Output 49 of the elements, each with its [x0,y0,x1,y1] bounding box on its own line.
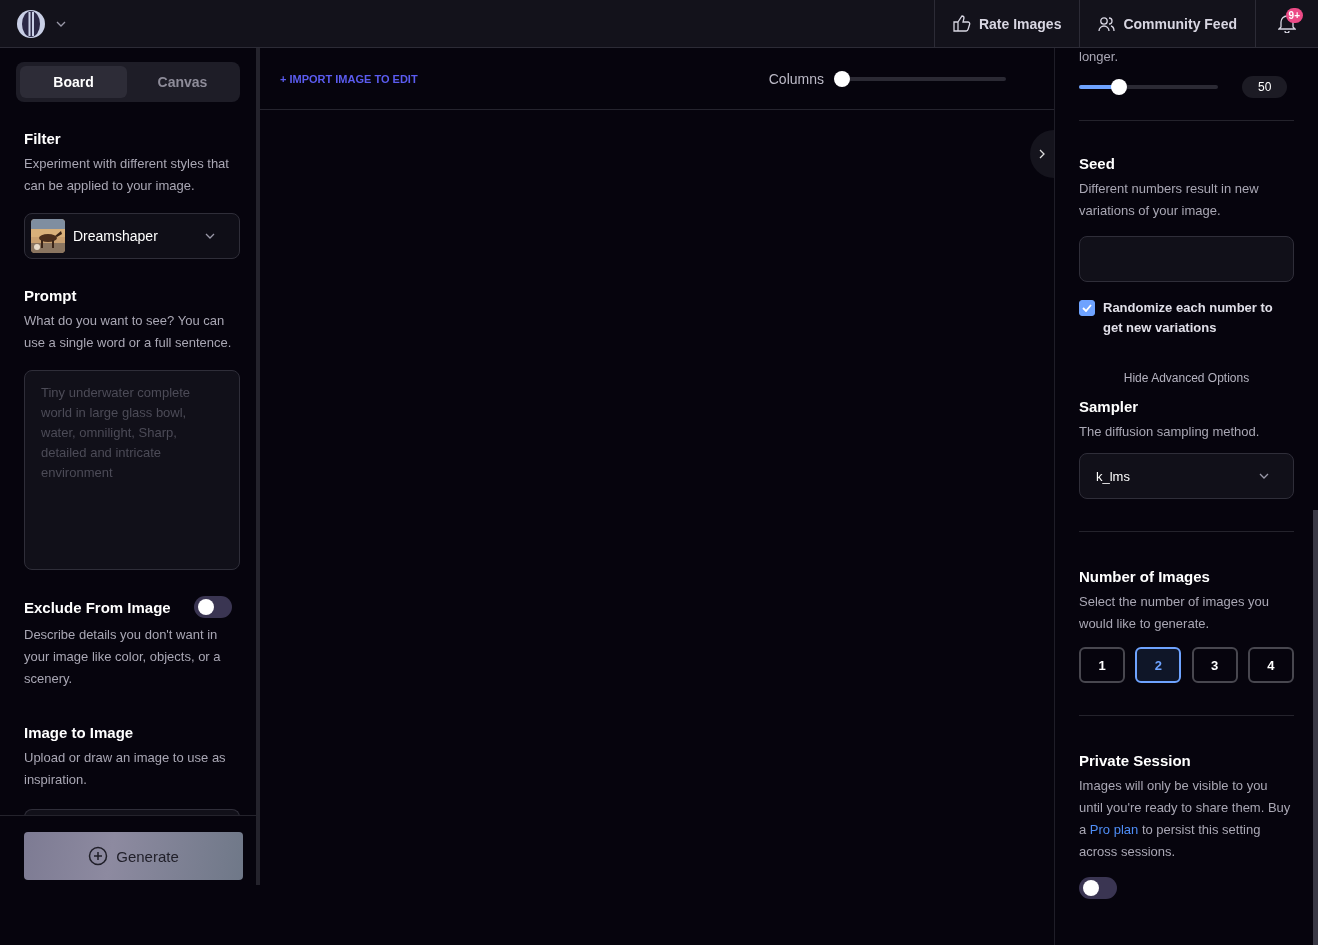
chevron-down-icon [205,233,215,239]
section-title: Sampler [1079,398,1140,415]
model-select[interactable]: Dreamshaper [24,213,240,259]
tab[interactable]: Board [20,66,127,98]
columns-label: Columns [768,70,824,87]
chevron-right-icon [1039,149,1045,159]
check-icon [1082,304,1092,312]
section-title: Image to Image [24,724,135,741]
section-description: What do you want to see? You can use a single word or a full sentence. [24,312,232,352]
tab[interactable]: Canvas [129,66,236,98]
steps-value: 50 [1242,76,1288,98]
pro-plan-link[interactable]: Pro plan [1089,822,1139,837]
checkbox-label: Randomize each number to get new variations [1103,299,1274,337]
logo-icon[interactable] [16,8,46,39]
nav-link[interactable]: Rate Images [933,0,1080,48]
checkbox[interactable] [1079,300,1095,316]
import-link[interactable]: + IMPORT IMAGE TO EDIT [280,72,418,85]
chevron-down-icon [1259,473,1269,479]
toggle-switch[interactable] [194,596,232,618]
seed-field[interactable] [1079,236,1294,282]
section-title: Seed [1079,155,1116,172]
section-description: Experiment with different styles that can be applied to your image. [24,155,230,195]
advanced-options-toggle[interactable]: Hide Advanced Options [1117,370,1256,386]
section-title: Prompt [24,287,78,304]
number-option[interactable]: 2 [1135,647,1182,683]
nav-link[interactable]: Community Feed [1079,0,1255,48]
section-description: Select the number of images you would like to generate. [1079,593,1271,633]
scrollbar[interactable] [1313,510,1318,945]
people-icon [1098,15,1116,32]
caret-icon [56,20,66,27]
section-description: Upload or draw an image to use as inspiration. [24,749,227,789]
number-option[interactable]: 1 [1079,647,1125,683]
plus-circle-icon [88,846,109,866]
section-title: Private Session [1079,752,1192,769]
toggle-switch[interactable] [1079,877,1117,899]
number-option[interactable]: 3 [1191,647,1238,683]
section-description: longer. [1079,48,1120,66]
section-title: Exclude From Image [24,598,171,616]
section-title: Filter [24,130,62,147]
generate-button[interactable]: Generate [24,832,243,880]
section-description: Describe details you don't want in your image like color, objects, or a scenery. [24,626,222,688]
thumbs-up-icon [952,15,971,32]
section-description: Images will only be visible to you until you're ready to share them. Buy a Pro plan to persist this setting across sessions. [1079,777,1292,861]
number-option[interactable]: 4 [1248,647,1294,683]
sampler-select[interactable]: k_lms [1079,453,1294,499]
section-title: Number of Images [1079,568,1211,585]
section-description: Different numbers result in new variations of your image. [1079,180,1260,220]
section-description: The diffusion sampling method. [1079,423,1261,441]
notification-badge: 9+ [1285,7,1303,23]
